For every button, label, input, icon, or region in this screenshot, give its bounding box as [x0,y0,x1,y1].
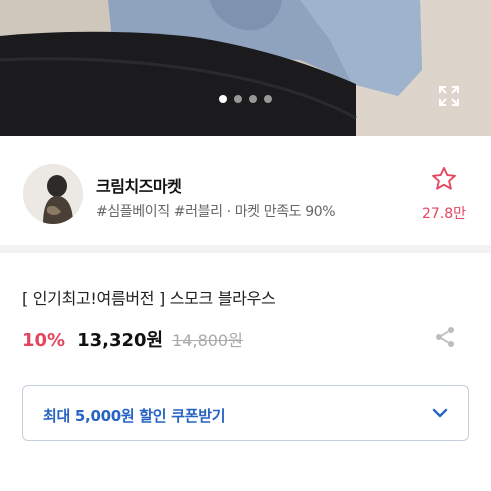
product-image-carousel[interactable] [0,0,491,136]
discount-rate: 10% [22,330,66,351]
carousel-dot-active[interactable] [219,95,227,103]
coupon-button[interactable]: 최대 5,000원 할인 쿠폰받기 [22,385,469,441]
expand-icon[interactable] [437,84,461,108]
chevron-down-icon [430,403,450,423]
seller-tags: #심플베이직 #러블리 · 마켓 만족도 90% [96,204,336,220]
coupon-label: 최대 5,000원 할인 쿠폰받기 [43,407,226,425]
seller-info: 크림치즈마켓 #심플베이직 #러블리 · 마켓 만족도 90% 27.8만 [0,136,491,253]
product-title: [ 인기최고!여름버전 ] 스모크 블라우스 [22,289,276,308]
favorite-count: 27.8만 [421,206,467,222]
favorite-button[interactable]: 27.8만 [415,165,473,223]
carousel-dot[interactable] [234,95,242,103]
seller-name[interactable]: 크림치즈마켓 [96,173,182,197]
star-outline-icon [432,166,456,190]
product-info: [ 인기최고!여름버전 ] 스모크 블라우스 10% 13,320원 14,80… [0,253,491,491]
carousel-dot[interactable] [264,95,272,103]
sale-price: 13,320원 [77,330,164,351]
share-icon[interactable] [433,325,457,349]
product-photo [0,0,491,136]
carousel-pagination [0,95,491,103]
original-price: 14,800원 [172,331,243,350]
price-row: 10% 13,320원 14,800원 [22,326,243,352]
carousel-dot[interactable] [249,95,257,103]
seller-avatar[interactable] [23,164,83,224]
